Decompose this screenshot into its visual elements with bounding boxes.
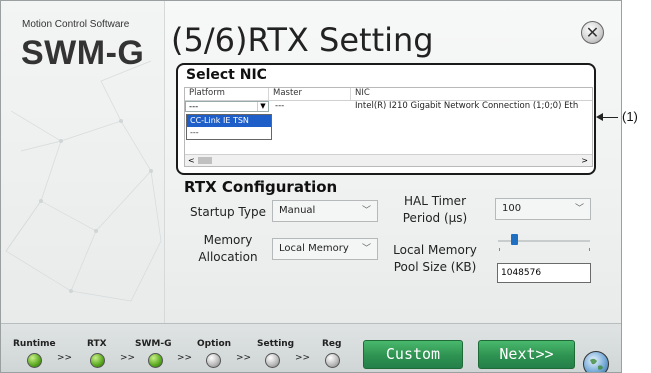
next-button[interactable]: Next>> [478, 340, 575, 369]
callout-arrow [596, 113, 618, 121]
callout-label: (1) [622, 109, 638, 124]
platform-dropdown-list: CC-Link IE TSN --- [186, 114, 272, 140]
custom-button[interactable]: Custom [363, 340, 463, 369]
platform-select[interactable]: --- ▼ [185, 101, 269, 112]
memory-allocation-label-line1: Memory [203, 233, 253, 247]
step-label-swmg: SWM-G [135, 339, 172, 349]
select-nic-panel: Select NIC Platform Master NIC --- ▼ ---… [176, 63, 596, 175]
pool-size-input[interactable]: 1048576 [497, 263, 591, 283]
master-cell: --- [275, 101, 285, 111]
hal-timer-label-line2: Period (µs) [402, 211, 468, 225]
scroll-thumb[interactable] [198, 157, 212, 164]
startup-type-select[interactable]: Manual ﹀ [272, 200, 378, 222]
dropdown-option-cc-link[interactable]: CC-Link IE TSN [187, 115, 271, 127]
status-led-setting [265, 353, 280, 368]
column-header-platform: Platform [185, 88, 269, 100]
step-separator: >> [295, 353, 311, 363]
step-label-option: Option [197, 339, 232, 349]
memory-allocation-label: Memory Allocation [184, 232, 272, 266]
status-led-runtime [27, 353, 42, 368]
chevron-down-icon: ﹀ [574, 204, 584, 214]
pool-size-label: Local Memory Pool Size (KB) [383, 242, 487, 276]
startup-type-label: Startup Type [190, 205, 266, 219]
platform-select-value: --- [189, 102, 199, 112]
help-button[interactable] [583, 351, 609, 372]
hal-timer-select[interactable]: 100 ﹀ [495, 198, 591, 220]
status-led-swmg [148, 353, 163, 368]
slider-tick [499, 248, 500, 251]
step-separator: >> [57, 353, 73, 363]
scroll-right-icon[interactable]: > [581, 155, 588, 166]
step-separator: >> [177, 353, 193, 363]
step-label-setting: Setting [257, 339, 295, 349]
hal-timer-label: HAL Timer Period (µs) [383, 193, 487, 227]
dropdown-option-none[interactable]: --- [187, 127, 271, 139]
page-title: (5/6)RTX Setting [171, 21, 434, 59]
step-separator: >> [236, 353, 252, 363]
installer-window: Motion Control Software SWM-G (5/6)RTX S… [0, 0, 622, 373]
pool-size-label-line1: Local Memory [393, 243, 477, 257]
chevron-down-icon: ﹀ [361, 206, 371, 216]
pool-size-label-line2: Pool Size (KB) [393, 260, 477, 274]
chevron-down-icon: ﹀ [361, 244, 371, 254]
memory-allocation-label-line2: Allocation [198, 250, 258, 264]
nic-table: Platform Master NIC --- ▼ --- Intel(R) I… [184, 87, 593, 167]
step-label-rtx: RTX [87, 339, 107, 349]
startup-type-value: Manual [279, 205, 316, 216]
globe-icon [590, 358, 603, 370]
brand-subtitle: Motion Control Software [22, 19, 130, 30]
sidebar-branding: Motion Control Software SWM-G [1, 1, 165, 323]
status-led-rtx [90, 353, 105, 368]
memory-allocation-select[interactable]: Local Memory ﹀ [272, 238, 378, 260]
horizontal-scrollbar[interactable]: < > [185, 154, 592, 166]
slider-tick [589, 248, 590, 251]
memory-allocation-value: Local Memory [279, 243, 349, 254]
scroll-left-icon[interactable]: < [188, 155, 195, 166]
nic-cell[interactable]: Intel(R) I210 Gigabit Network Connection… [351, 101, 592, 113]
hal-timer-value: 100 [502, 203, 522, 214]
status-led-option [206, 353, 221, 368]
pool-size-slider-thumb[interactable] [511, 234, 518, 245]
chevron-down-icon[interactable]: ▼ [257, 102, 268, 111]
rtx-config-title: RTX Configuration [184, 178, 338, 196]
step-separator: >> [120, 353, 136, 363]
step-label-reg: Reg [322, 339, 342, 349]
close-button[interactable]: ✕ [581, 21, 604, 44]
step-label-runtime: Runtime [13, 339, 56, 349]
hal-timer-label-line1: HAL Timer [403, 194, 467, 208]
brand-logo-text: SWM-G [21, 34, 145, 72]
column-header-nic: NIC [355, 88, 370, 98]
select-nic-title: Select NIC [186, 67, 267, 83]
column-header-master: Master [269, 88, 351, 100]
status-led-reg [325, 353, 340, 368]
close-icon: ✕ [585, 22, 600, 42]
